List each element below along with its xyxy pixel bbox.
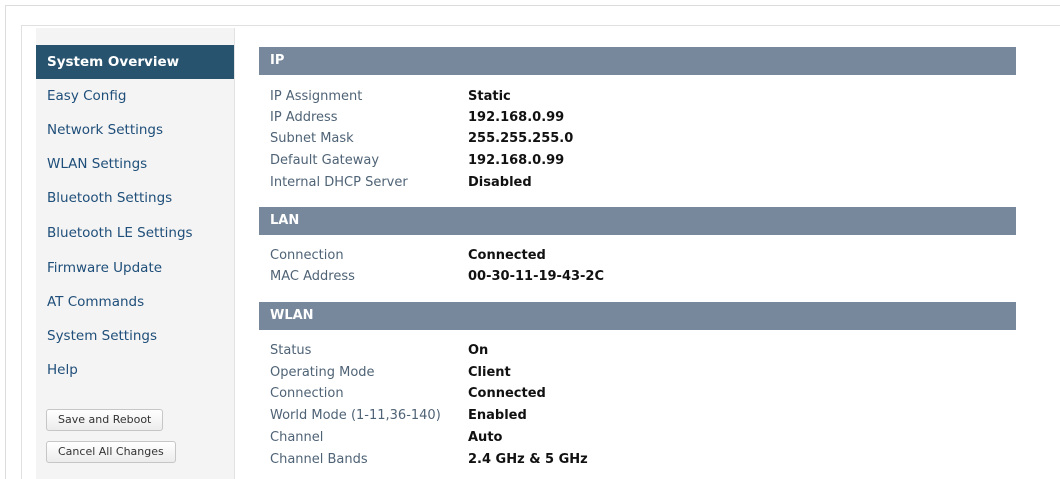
field-label: Subnet Mask [270,131,354,146]
sidebar-item-system-settings[interactable]: System Settings [36,319,234,353]
sidebar-item-easy-config[interactable]: Easy Config [36,79,234,113]
section-header-lan: LAN [259,207,1016,235]
field-label: Connection [270,386,344,401]
sidebar-item-at-commands[interactable]: AT Commands [36,285,234,319]
field-label: Connection [270,248,344,263]
field-value: Connected [468,248,546,263]
field-label: IP Assignment [270,89,363,104]
field-value: Enabled [468,408,527,423]
field-value: 00-30-11-19-43-2C [468,269,605,284]
field-value: 255.255.255.0 [468,131,574,146]
field-value: Client [468,365,511,380]
field-label: World Mode (1-11,36-140) [270,408,441,423]
cancel-all-changes-button[interactable]: Cancel All Changes [46,441,176,463]
sidebar-item-wlan-settings[interactable]: WLAN Settings [36,147,234,181]
field-value: 2.4 GHz & 5 GHz [468,452,588,467]
sidebar-item-network-settings[interactable]: Network Settings [36,113,234,147]
section-header-ip: IP [259,47,1016,75]
field-label: Channel [270,430,324,445]
field-value: Auto [468,430,503,445]
sidebar-item-bluetooth-le-settings[interactable]: Bluetooth LE Settings [36,216,234,250]
field-value: 192.168.0.99 [468,110,565,125]
field-label: Status [270,343,312,358]
save-and-reboot-button[interactable]: Save and Reboot [46,409,164,431]
field-label: MAC Address [270,269,355,284]
field-label: Internal DHCP Server [270,175,408,190]
field-label: Channel Bands [270,452,368,467]
field-value: 192.168.0.99 [468,153,565,168]
field-label: Operating Mode [270,365,375,380]
field-value: Disabled [468,175,532,190]
field-value: Static [468,89,511,104]
field-label: Default Gateway [270,153,380,168]
sidebar-item-system-overview[interactable]: System Overview [36,45,234,79]
sidebar-item-bluetooth-settings[interactable]: Bluetooth Settings [36,181,234,215]
field-label: IP Address [270,110,338,125]
sidebar: System Overview Easy Config Network Sett… [36,28,235,479]
section-header-wlan: WLAN [259,302,1016,330]
field-value: Connected [468,386,546,401]
sidebar-item-firmware-update[interactable]: Firmware Update [36,251,234,285]
sidebar-item-help[interactable]: Help [36,353,234,387]
field-value: On [468,343,489,358]
